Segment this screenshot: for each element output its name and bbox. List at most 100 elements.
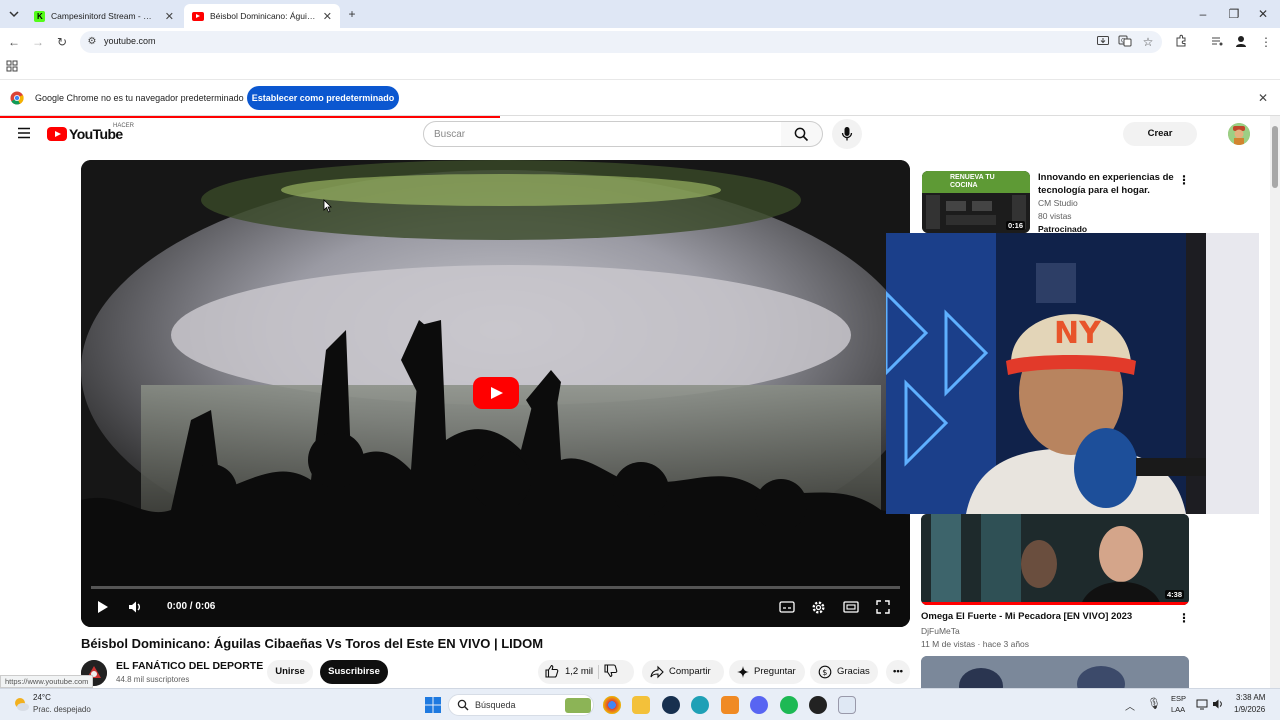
related-duration: 4:38 bbox=[1165, 590, 1185, 599]
hamburger-menu-icon[interactable] bbox=[17, 127, 31, 139]
voice-search-button[interactable] bbox=[832, 119, 862, 149]
ad-views: 80 vistas bbox=[1038, 211, 1072, 221]
subtitles-icon[interactable] bbox=[779, 600, 795, 614]
join-label: Unirse bbox=[275, 666, 305, 677]
tray-mic-icon[interactable]: 🎙 bbox=[1147, 697, 1161, 710]
video-player[interactable]: 0:00 / 0:06 bbox=[81, 160, 910, 627]
volume-tray-icon[interactable] bbox=[1212, 698, 1224, 710]
clock-time[interactable]: 3:38 AM bbox=[1236, 693, 1265, 702]
close-tab-icon[interactable]: ✕ bbox=[165, 10, 174, 23]
search-icon bbox=[457, 699, 469, 711]
discord-icon[interactable] bbox=[750, 696, 768, 714]
taskbar-search[interactable]: Búsqueda bbox=[448, 694, 594, 716]
ask-button[interactable]: Preguntar bbox=[729, 660, 805, 684]
share-button[interactable]: Compartir bbox=[642, 660, 724, 684]
ad-more-icon[interactable]: ⋮ bbox=[1178, 173, 1190, 187]
time-display: 0:00 / 0:06 bbox=[167, 601, 216, 612]
tab-strip: K Campesinitord Stream - Watch ✕ Béisbol… bbox=[0, 0, 1280, 28]
like-button[interactable]: 1,2 mil bbox=[538, 660, 598, 684]
big-play-button[interactable] bbox=[473, 377, 519, 409]
file-explorer-icon[interactable] bbox=[632, 696, 650, 714]
page-scrollbar[interactable] bbox=[1270, 116, 1280, 688]
spotify-icon[interactable] bbox=[780, 696, 798, 714]
related-title: Omega El Fuerte - Mi Pecadora [EN VIVO] … bbox=[921, 611, 1133, 622]
bookmark-star-icon[interactable]: ☆ bbox=[1140, 34, 1156, 50]
search-input[interactable]: Buscar bbox=[423, 121, 782, 147]
clock-date[interactable]: 1/9/2026 bbox=[1234, 705, 1265, 714]
tab-label: Campesinitord Stream - Watch bbox=[51, 11, 159, 21]
restore-icon[interactable]: ❐ bbox=[1226, 6, 1242, 22]
forward-icon[interactable]: → bbox=[30, 34, 46, 50]
scrollbar-thumb[interactable] bbox=[1272, 126, 1278, 188]
infobar-close-icon[interactable]: ✕ bbox=[1255, 90, 1271, 106]
share-label: Compartir bbox=[669, 666, 711, 677]
ad-title: Innovando en experiencias de tecnología … bbox=[1038, 172, 1174, 196]
ad-duration: 0:16 bbox=[1006, 221, 1026, 230]
channel-row: EL FANÁTICO DEL DEPORTE 44.8 mil suscrip… bbox=[81, 658, 910, 688]
app-icon[interactable] bbox=[721, 696, 739, 714]
microphone-icon bbox=[841, 126, 853, 142]
dislike-button[interactable] bbox=[604, 664, 618, 678]
tab-youtube[interactable]: Béisbol Dominicano: Águilas Ci ✕ bbox=[184, 4, 340, 28]
weather-icon[interactable] bbox=[12, 695, 30, 713]
profile-icon[interactable] bbox=[1234, 34, 1250, 50]
subscribe-button[interactable]: Suscribirse bbox=[320, 660, 388, 684]
fullscreen-icon[interactable] bbox=[876, 600, 890, 614]
tab-label: Béisbol Dominicano: Águilas Ci bbox=[210, 11, 317, 21]
related-meta: 11 M de vistas · hace 3 años bbox=[921, 639, 1030, 649]
menu-kebab-icon[interactable]: ⋮ bbox=[1258, 34, 1274, 50]
chrome-taskbar-icon[interactable] bbox=[603, 696, 621, 714]
windows-start-icon[interactable] bbox=[424, 696, 442, 714]
thumbs-down-icon bbox=[604, 664, 618, 678]
site-info-icon[interactable]: ⚙ bbox=[84, 34, 100, 50]
back-icon[interactable]: ← bbox=[6, 34, 22, 50]
install-app-icon[interactable] bbox=[1096, 34, 1112, 50]
obs-icon[interactable] bbox=[809, 696, 827, 714]
play-pause-button[interactable] bbox=[96, 600, 110, 614]
ad-thumb-text: COCINA bbox=[950, 182, 978, 189]
thanks-button[interactable]: $ Gracias bbox=[810, 660, 878, 684]
tab-campesinitord[interactable]: K Campesinitord Stream - Watch ✕ bbox=[26, 4, 182, 28]
seek-bar[interactable] bbox=[91, 586, 900, 589]
svg-text:NY: NY bbox=[1054, 316, 1102, 351]
close-tab-icon[interactable]: ✕ bbox=[323, 10, 332, 23]
steam-icon[interactable] bbox=[662, 696, 680, 714]
theater-mode-icon[interactable] bbox=[843, 600, 859, 614]
settings-gear-icon[interactable] bbox=[811, 600, 826, 615]
set-default-button[interactable]: Establecer como predeterminado bbox=[247, 86, 399, 110]
apps-grid-icon[interactable] bbox=[6, 60, 22, 76]
more-horizontal-icon: ••• bbox=[893, 666, 903, 677]
edge-icon[interactable] bbox=[691, 696, 709, 714]
youtube-favicon-icon bbox=[192, 11, 204, 21]
avatar[interactable] bbox=[1228, 123, 1250, 145]
ad-thumbnail[interactable]: RENUEVA TU COCINA 0:16 bbox=[922, 171, 1030, 233]
photos-icon[interactable] bbox=[838, 696, 856, 714]
related-more-icon[interactable]: ⋮ bbox=[1178, 611, 1190, 625]
divider bbox=[598, 665, 599, 679]
media-control-icon[interactable] bbox=[1210, 34, 1226, 50]
volume-icon[interactable] bbox=[128, 600, 144, 614]
reload-icon[interactable]: ↻ bbox=[54, 34, 70, 50]
language-code[interactable]: ESP bbox=[1171, 694, 1186, 703]
extensions-icon[interactable] bbox=[1174, 34, 1190, 50]
layout-code[interactable]: LAA bbox=[1171, 705, 1185, 714]
ad-info[interactable]: Innovando en experiencias de tecnología … bbox=[1038, 171, 1178, 236]
network-icon[interactable] bbox=[1196, 698, 1208, 710]
ad-thumb-text: RENUEVA TU bbox=[950, 174, 995, 181]
minimize-icon[interactable]: – bbox=[1195, 6, 1211, 22]
channel-name[interactable]: EL FANÁTICO DEL DEPORTE bbox=[116, 660, 263, 672]
tray-chevron-icon[interactable]: ︿ bbox=[1125, 698, 1135, 713]
related-thumbnail[interactable]: 4:38 bbox=[921, 514, 1189, 605]
related-thumbnail-2[interactable] bbox=[921, 656, 1189, 688]
related-info[interactable]: Omega El Fuerte - Mi Pecadora [EN VIVO] … bbox=[921, 610, 1171, 651]
create-button[interactable]: Crear bbox=[1123, 122, 1197, 146]
search-button[interactable] bbox=[781, 121, 823, 147]
join-button[interactable]: Unirse bbox=[267, 660, 313, 684]
new-tab-icon[interactable]: + bbox=[344, 6, 360, 22]
close-window-icon[interactable]: ✕ bbox=[1255, 6, 1271, 22]
address-bar[interactable]: ⚙ youtube.com G ☆ bbox=[80, 31, 1162, 53]
more-actions-button[interactable]: ••• bbox=[886, 660, 910, 684]
tab-search-icon[interactable] bbox=[6, 6, 22, 22]
translate-icon[interactable]: G bbox=[1118, 34, 1134, 50]
infobar-message: Google Chrome no es tu navegador predete… bbox=[35, 93, 244, 103]
